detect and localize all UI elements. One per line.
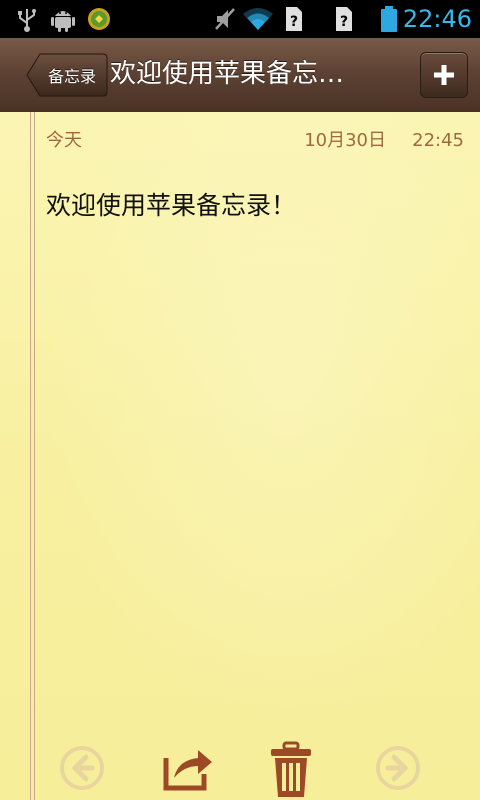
muted-icon [215,8,235,30]
battery-icon [381,6,397,32]
app-notification-icon [88,8,110,30]
android-debug-icon [51,11,75,32]
svg-text:?: ? [340,14,348,30]
previous-arrow-icon [60,746,104,790]
note-date: 10月30日 [304,130,386,151]
share-button[interactable] [158,738,218,796]
page-title: 欢迎使用苹果备忘… [110,59,345,89]
add-note-button[interactable] [420,52,468,98]
plus-icon [434,65,454,85]
previous-note-button[interactable] [56,742,108,794]
share-icon [163,750,212,791]
next-arrow-icon [376,746,420,790]
trash-icon [271,741,311,797]
no-sim-icon: ? [336,7,352,31]
note-time: 22:45 [412,130,464,151]
note-date-row: 今天 10月30日 22:45 [46,128,464,154]
margin-line [30,112,31,800]
note-paper[interactable]: 今天 10月30日 22:45 欢迎使用苹果备忘录！ [0,112,480,800]
svg-text:?: ? [290,14,298,30]
margin-line [34,112,35,800]
title-bar: 备忘录 欢迎使用苹果备忘… [0,38,480,113]
back-button[interactable]: 备忘录 [26,53,108,97]
clock: 22:46 [402,5,472,33]
next-note-button[interactable] [372,742,424,794]
note-day: 今天 [46,130,82,151]
note-body-text[interactable]: 欢迎使用苹果备忘录！ [46,188,466,224]
no-sim-icon: ? [286,7,302,31]
usb-icon [18,9,36,32]
status-bar: ? ? 22:46 [0,0,480,38]
delete-button[interactable] [266,740,316,800]
wifi-icon [243,8,273,30]
back-button-label: 备忘录 [47,67,96,86]
